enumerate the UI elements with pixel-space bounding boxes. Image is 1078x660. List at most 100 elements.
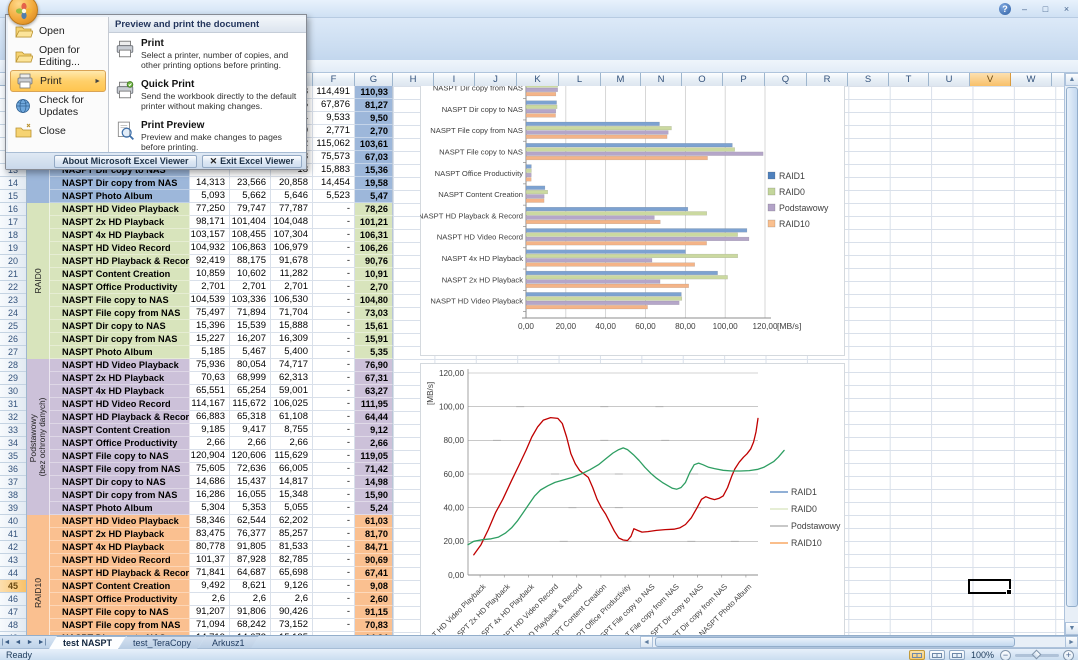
cell-measurement[interactable]: 16,309	[271, 333, 313, 346]
cell-average[interactable]: 15,61	[355, 320, 393, 333]
column-header-R[interactable]: R	[807, 73, 848, 86]
cell-measurement[interactable]: 2,6	[230, 593, 271, 606]
cell-average[interactable]: 81,70	[355, 528, 393, 541]
row-header-21[interactable]: 21	[0, 268, 26, 281]
menu-item-open-for-editing[interactable]: Open for Editing...	[10, 45, 106, 67]
row-header-29[interactable]: 29	[0, 372, 26, 385]
scroll-up-icon[interactable]: ▲	[1065, 73, 1078, 86]
cell-measurement[interactable]: 58,346	[190, 515, 230, 528]
cell-measurement[interactable]: 15,227	[190, 333, 230, 346]
cell-measurement[interactable]: 103,336	[230, 294, 271, 307]
cell-measurement[interactable]: -	[313, 255, 355, 268]
prev-sheet-icon[interactable]: ◄	[12, 636, 24, 648]
cell-average[interactable]: 15,90	[355, 489, 393, 502]
page-layout-view-button[interactable]	[929, 650, 945, 660]
row-header-26[interactable]: 26	[0, 333, 26, 346]
cell-measurement[interactable]: 8,755	[271, 424, 313, 437]
cell-measurement[interactable]: 2,66	[190, 437, 230, 450]
cell-test-name[interactable]: NASPT Content Creation	[50, 268, 190, 281]
cell-test-name[interactable]: NASPT 2x HD Playback	[50, 528, 190, 541]
cell-average[interactable]: 10,91	[355, 268, 393, 281]
cell-measurement[interactable]: 68,999	[230, 372, 271, 385]
row-header-28[interactable]: 28	[0, 359, 26, 372]
cell-measurement[interactable]: -	[313, 619, 355, 632]
about-excel-viewer-button[interactable]: About Microsoft Excel Viewer	[54, 155, 196, 168]
row-header-22[interactable]: 22	[0, 281, 26, 294]
cell-measurement[interactable]: 115,062	[313, 138, 355, 151]
cell-measurement[interactable]: 120,606	[230, 450, 271, 463]
row-header-47[interactable]: 47	[0, 606, 26, 619]
row-header-39[interactable]: 39	[0, 502, 26, 515]
sheet-tab-test-teracopy[interactable]: test_TeraCopy	[119, 636, 205, 649]
column-header-V[interactable]: V	[970, 73, 1011, 86]
cell-measurement[interactable]: 91,678	[271, 255, 313, 268]
column-header-J[interactable]: J	[475, 73, 517, 86]
cell-measurement[interactable]: 81,533	[271, 541, 313, 554]
cell-measurement[interactable]: 80,054	[230, 359, 271, 372]
cell-measurement[interactable]: 75,605	[190, 463, 230, 476]
cell-measurement[interactable]: 9,533	[313, 112, 355, 125]
cell-measurement[interactable]: 65,318	[230, 411, 271, 424]
cell-measurement[interactable]: 83,475	[190, 528, 230, 541]
cell-measurement[interactable]: 15,396	[190, 320, 230, 333]
cell-test-name[interactable]: NASPT Dir copy from NAS	[50, 489, 190, 502]
sheet-tab-test-naspt[interactable]: test NASPT	[49, 636, 126, 649]
column-header-H[interactable]: H	[393, 73, 434, 86]
cell-test-name[interactable]: NASPT Office Productivity	[50, 437, 190, 450]
row-header-43[interactable]: 43	[0, 554, 26, 567]
vertical-scroll-thumb[interactable]	[1066, 87, 1078, 607]
cell-measurement[interactable]: -	[313, 424, 355, 437]
cell-measurement[interactable]: -	[313, 242, 355, 255]
cell-measurement[interactable]: 114,167	[190, 398, 230, 411]
cell-measurement[interactable]: -	[313, 489, 355, 502]
cell-measurement[interactable]: 62,313	[271, 372, 313, 385]
row-header-14[interactable]: 14	[0, 177, 26, 190]
cell-test-name[interactable]: NASPT Photo Album	[50, 346, 190, 359]
cell-measurement[interactable]: 10,602	[230, 268, 271, 281]
cell-measurement[interactable]: 74,717	[271, 359, 313, 372]
close-button[interactable]: ×	[1059, 4, 1074, 15]
row-header-31[interactable]: 31	[0, 398, 26, 411]
cell-measurement[interactable]: -	[313, 398, 355, 411]
column-header-I[interactable]: I	[434, 73, 475, 86]
cell-measurement[interactable]: 23,566	[230, 177, 271, 190]
zoom-level[interactable]: 100%	[971, 649, 994, 660]
row-header-45[interactable]: 45	[0, 580, 26, 593]
cell-measurement[interactable]: 5,353	[230, 502, 271, 515]
cell-measurement[interactable]: 88,175	[230, 255, 271, 268]
row-header-23[interactable]: 23	[0, 294, 26, 307]
cell-measurement[interactable]: 104,048	[271, 216, 313, 229]
cell-measurement[interactable]: 14,817	[271, 476, 313, 489]
cell-measurement[interactable]: 14,454	[313, 177, 355, 190]
scroll-down-icon[interactable]: ▼	[1065, 622, 1078, 635]
cell-average[interactable]: 70,83	[355, 619, 393, 632]
cell-measurement[interactable]: 2,701	[230, 281, 271, 294]
cell-measurement[interactable]: 67,876	[313, 99, 355, 112]
cell-average[interactable]: 81,27	[355, 99, 393, 112]
cell-measurement[interactable]: 5,093	[190, 190, 230, 203]
cell-measurement[interactable]: -	[313, 580, 355, 593]
cell-test-name[interactable]: NASPT File copy to NAS	[50, 450, 190, 463]
cell-average[interactable]: 91,15	[355, 606, 393, 619]
row-header-33[interactable]: 33	[0, 424, 26, 437]
cell-measurement[interactable]: -	[313, 437, 355, 450]
row-header-27[interactable]: 27	[0, 346, 26, 359]
cell-measurement[interactable]: 115,629	[271, 450, 313, 463]
cell-measurement[interactable]: 59,001	[271, 385, 313, 398]
cell-measurement[interactable]: 9,492	[190, 580, 230, 593]
cell-average[interactable]: 111,95	[355, 398, 393, 411]
cell-measurement[interactable]: -	[313, 346, 355, 359]
cell-test-name[interactable]: NASPT HD Video Record	[50, 554, 190, 567]
cell-average[interactable]: 78,26	[355, 203, 393, 216]
cell-average[interactable]: 5,35	[355, 346, 393, 359]
cell-average[interactable]: 67,31	[355, 372, 393, 385]
cell-measurement[interactable]: 65,551	[190, 385, 230, 398]
submenu-item-quick-print[interactable]: Quick Print Send the workbook directly t…	[109, 74, 306, 115]
cell-measurement[interactable]: 120,904	[190, 450, 230, 463]
cell-measurement[interactable]: -	[313, 203, 355, 216]
cell-measurement[interactable]: 101,404	[230, 216, 271, 229]
cell-measurement[interactable]: 62,202	[271, 515, 313, 528]
cell-test-name[interactable]: NASPT Content Creation	[50, 580, 190, 593]
cell-average[interactable]: 73,03	[355, 307, 393, 320]
row-header-17[interactable]: 17	[0, 216, 26, 229]
